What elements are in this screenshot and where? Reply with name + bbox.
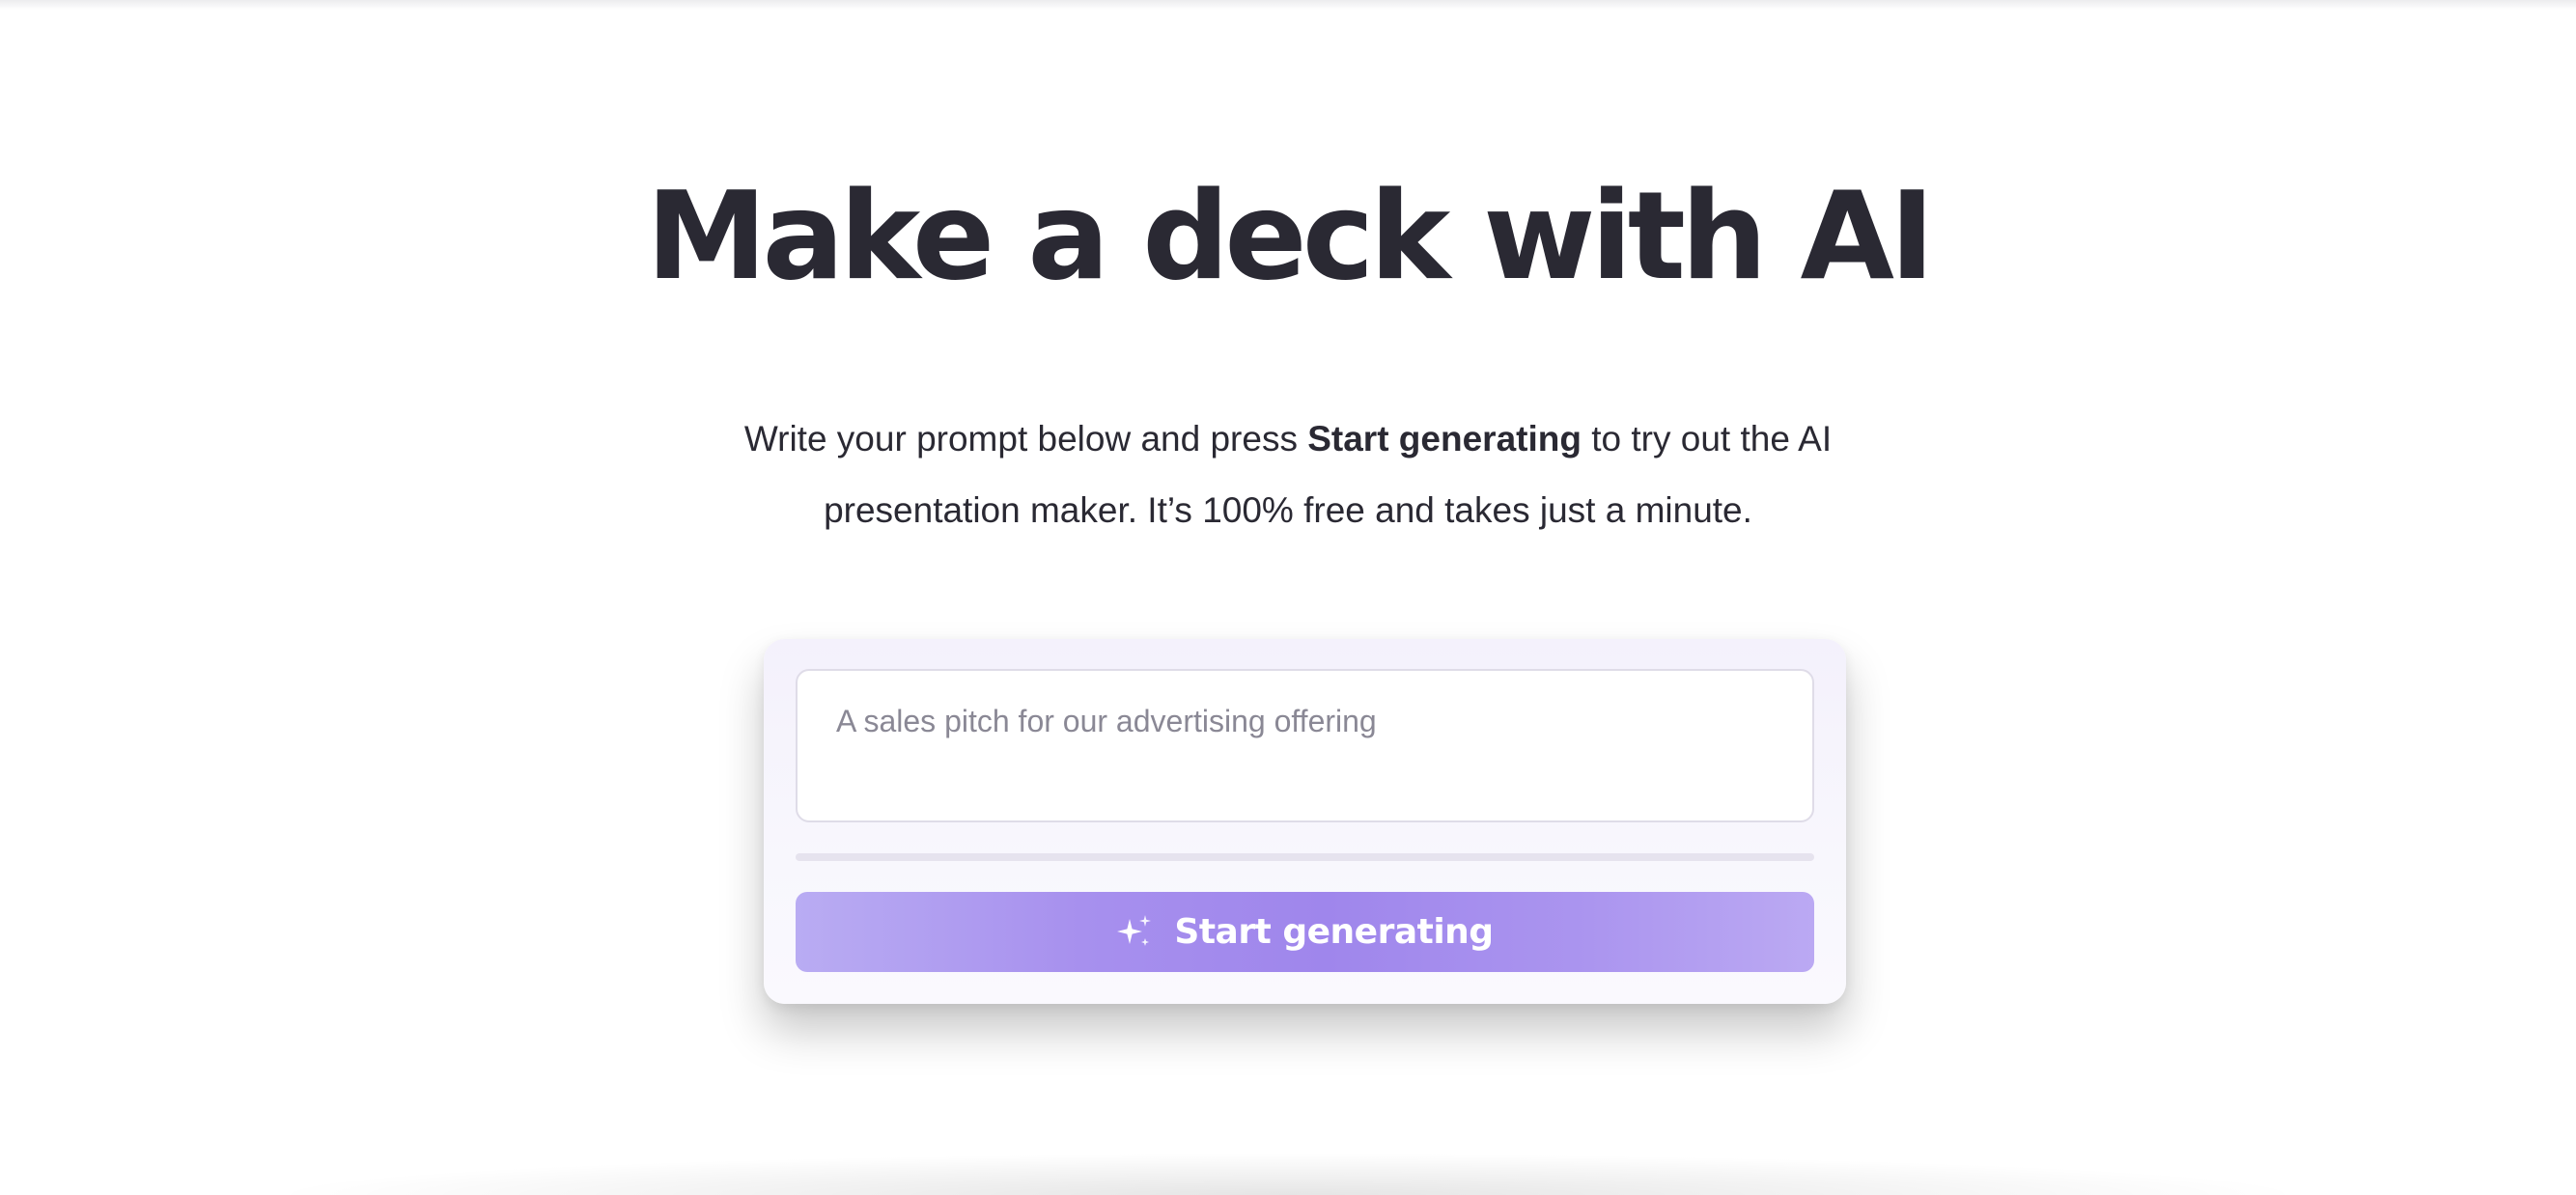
section-shadow <box>290 1154 2286 1195</box>
prompt-input[interactable] <box>796 669 1814 822</box>
start-generating-label: Start generating <box>1174 912 1494 952</box>
progress-bar <box>796 853 1814 861</box>
intro-text: Write your prompt below and press Start … <box>709 403 1867 546</box>
sparkle-icon <box>1116 913 1155 952</box>
header-shadow <box>0 0 2576 10</box>
prompt-card: Start generating <box>764 639 1846 1004</box>
page-title: Make a deck with AI <box>646 165 1935 307</box>
intro-text-emphasis: Start generating <box>1307 419 1582 459</box>
intro-text-start: Write your prompt below and press <box>743 419 1308 459</box>
start-generating-button[interactable]: Start generating <box>796 892 1814 972</box>
